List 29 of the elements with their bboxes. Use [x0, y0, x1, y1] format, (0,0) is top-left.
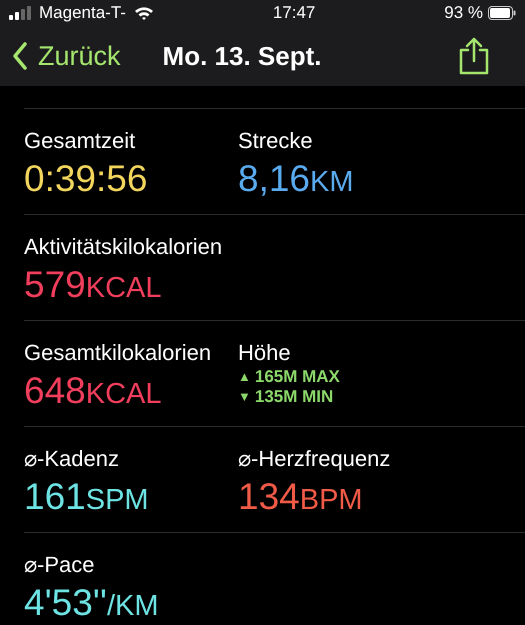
wifi-icon	[134, 6, 154, 20]
up-arrow-icon: ▲	[238, 367, 251, 387]
metric-value: 8,16KM	[238, 157, 354, 201]
metric-value: 134BPM	[238, 475, 363, 519]
carrier-name: Magenta-T-	[39, 2, 126, 24]
metric-label: Gesamtkilokalorien	[24, 339, 212, 367]
metric-value: 648KCAL	[24, 369, 162, 413]
chevron-left-icon	[12, 41, 28, 71]
down-arrow-icon: ▼	[238, 387, 251, 407]
elevation-value: 165M MAX	[254, 367, 340, 387]
metric-value: 579KCAL	[24, 263, 162, 307]
metric-label: Strecke	[238, 127, 314, 155]
metric-label: ⌀-Herzfrequenz	[238, 445, 392, 473]
metric-label: ⌀-Kadenz	[24, 445, 120, 473]
battery-icon	[488, 6, 516, 20]
battery-percent: 93 %	[444, 2, 483, 24]
metric-label: Höhe	[238, 339, 292, 367]
nav-title: Mo. 13. Sept.	[162, 40, 322, 72]
signal-icon	[9, 6, 33, 20]
metric-label: Aktivitätskilokalorien	[24, 233, 224, 261]
elevation-value: 135M MIN	[254, 387, 334, 407]
metric-label: Gesamtzeit	[24, 127, 136, 155]
back-button[interactable]: Zurück	[12, 36, 121, 76]
metric-value: 4'53''/KM	[24, 581, 158, 625]
metric-label: ⌀-Pace	[24, 551, 96, 579]
status-time: 17:47	[272, 2, 316, 24]
metric-value: 0:39:56	[24, 157, 148, 201]
metric-value: 161SPM	[24, 475, 149, 519]
share-icon[interactable]	[457, 37, 491, 75]
